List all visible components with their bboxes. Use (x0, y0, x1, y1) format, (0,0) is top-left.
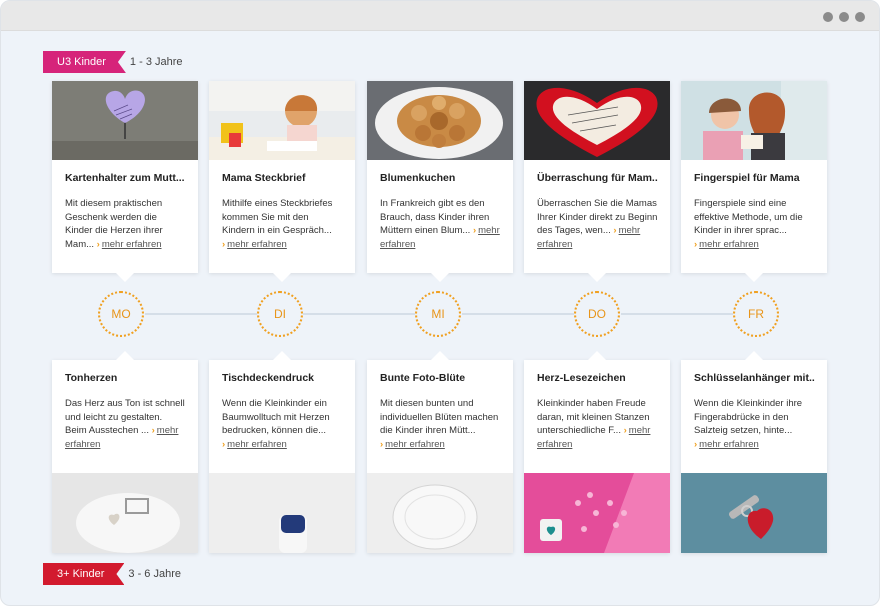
card-title: Bunte Foto-Blüte (380, 372, 466, 384)
card-description: Mit diesen bunten und individuellen Blüt… (380, 398, 499, 450)
card-title: Blumenkuchen (380, 172, 456, 184)
card-photo-heart-confetti (524, 473, 670, 553)
card-title: Kartenhalter zum Mutt... (65, 172, 185, 184)
age-tag-u3: U3 Kinder 1 - 3 Jahre (43, 51, 183, 73)
activity-card[interactable]: Mama Steckbrief Mithilfe eines Steckbrie… (209, 81, 355, 282)
chevron-right-icon: › (694, 438, 698, 450)
card-title: Herz-Lesezeichen (537, 372, 626, 384)
card-photo-paint-bottle (209, 473, 355, 553)
card-pointer (745, 351, 763, 360)
card-pointer (116, 351, 134, 360)
card-pointer (273, 351, 291, 360)
activity-card[interactable]: Fingerspiel für Mama Fingerspiele sind e… (681, 81, 827, 282)
card-description: Überraschen Sie die Mamas Ihrer Kinder d… (537, 198, 658, 250)
activity-card[interactable]: Tonherzen Das Herz aus Ton ist schnell u… (52, 351, 198, 553)
chevron-right-icon: › (694, 238, 698, 250)
card-description: Fingerspiele sind eine effektive Methode… (694, 198, 803, 250)
card-title: Mama Steckbrief (222, 172, 306, 184)
card-pointer (745, 273, 763, 282)
card-pointer (116, 273, 134, 282)
age-tag-label: U3 Kinder (43, 51, 126, 73)
card-photo-paper-plate (367, 473, 513, 553)
card-pointer (588, 273, 606, 282)
day-thursday[interactable]: DO (574, 291, 620, 337)
window-titlebar (1, 1, 879, 31)
day-wednesday[interactable]: MI (415, 291, 461, 337)
card-description: Das Herz aus Ton ist schnell und leicht … (65, 398, 185, 450)
more-link[interactable]: mehr erfahren (699, 239, 759, 250)
card-photo-heart-card-holder (52, 81, 198, 160)
more-link[interactable]: mehr erfahren (699, 439, 759, 450)
window-dot-icon (855, 12, 865, 22)
chevron-right-icon: › (222, 438, 226, 450)
card-title: Überraschung für Mam... (537, 172, 658, 184)
card-pointer (431, 273, 449, 282)
card-description: Wenn die Kleinkinder ein Baumwolltuch mi… (222, 398, 330, 450)
chevron-right-icon: › (613, 225, 617, 236)
timeline-connector (303, 313, 415, 315)
activity-card[interactable]: Blumenkuchen In Frankreich gibt es den B… (367, 81, 513, 282)
age-range-label: 3 - 6 Jahre (128, 568, 181, 580)
card-description: Mithilfe eines Steckbriefes kommen Sie m… (222, 198, 333, 250)
card-pointer (588, 351, 606, 360)
card-description: Mit diesem praktischen Geschenk werden d… (65, 198, 163, 250)
chevron-right-icon: › (96, 238, 100, 250)
activity-card[interactable]: Schlüsselanhänger mit... Wenn die Kleink… (681, 351, 827, 553)
age-tag-3plus: 3+ Kinder 3 - 6 Jahre (43, 563, 181, 585)
chevron-right-icon: › (151, 425, 155, 436)
more-link[interactable]: mehr erfahren (385, 439, 445, 450)
card-title: Fingerspiel für Mama (694, 172, 800, 184)
age-range-label: 1 - 3 Jahre (129, 56, 183, 68)
age-tag-label: 3+ Kinder (43, 563, 124, 585)
timeline-connector (462, 313, 574, 315)
more-link[interactable]: mehr erfahren (102, 239, 162, 250)
card-pointer (273, 273, 291, 282)
activity-card[interactable]: Bunte Foto-Blüte Mit diesen bunten und i… (367, 351, 513, 553)
timeline-connector (621, 313, 733, 315)
card-description: In Frankreich gibt es den Brauch, dass K… (380, 198, 500, 250)
timeline-connector (145, 313, 257, 315)
activity-card[interactable]: Kartenhalter zum Mutt... Mit diesem prak… (52, 81, 198, 282)
activity-card[interactable]: Tischdeckendruck Wenn die Kleinkinder ei… (209, 351, 355, 553)
activity-card[interactable]: Überraschung für Mam... Überraschen Sie … (524, 81, 670, 282)
chevron-right-icon: › (380, 438, 384, 450)
card-photo-mother-child (681, 81, 827, 160)
card-photo-flower-cake (367, 81, 513, 160)
more-link[interactable]: mehr erfahren (227, 239, 287, 250)
card-pointer (431, 351, 449, 360)
more-link[interactable]: mehr erfahren (227, 439, 287, 450)
day-monday[interactable]: MO (98, 291, 144, 337)
activity-card[interactable]: Herz-Lesezeichen Kleinkinder haben Freud… (524, 351, 670, 553)
day-friday[interactable]: FR (733, 291, 779, 337)
card-photo-clay-heart (52, 473, 198, 553)
card-description: Kleinkinder haben Freude daran, mit klei… (537, 398, 651, 450)
chevron-right-icon: › (472, 225, 477, 236)
card-description: Wenn die Kleinkinder ihre Fingerabdrücke… (694, 398, 803, 450)
window-dot-icon (839, 12, 849, 22)
card-title: Tonherzen (65, 372, 118, 384)
card-photo-girl-drawing (209, 81, 355, 160)
window-dot-icon (823, 12, 833, 22)
chevron-right-icon: › (623, 425, 627, 436)
card-photo-key-heart (681, 473, 827, 553)
chevron-right-icon: › (222, 238, 226, 250)
day-tuesday[interactable]: DI (257, 291, 303, 337)
card-title: Tischdeckendruck (222, 372, 315, 384)
browser-window: U3 Kinder 1 - 3 Jahre Kartenhalter zum M… (0, 0, 880, 606)
card-photo-rose-heart (524, 81, 670, 160)
card-title: Schlüsselanhänger mit... (694, 372, 815, 384)
